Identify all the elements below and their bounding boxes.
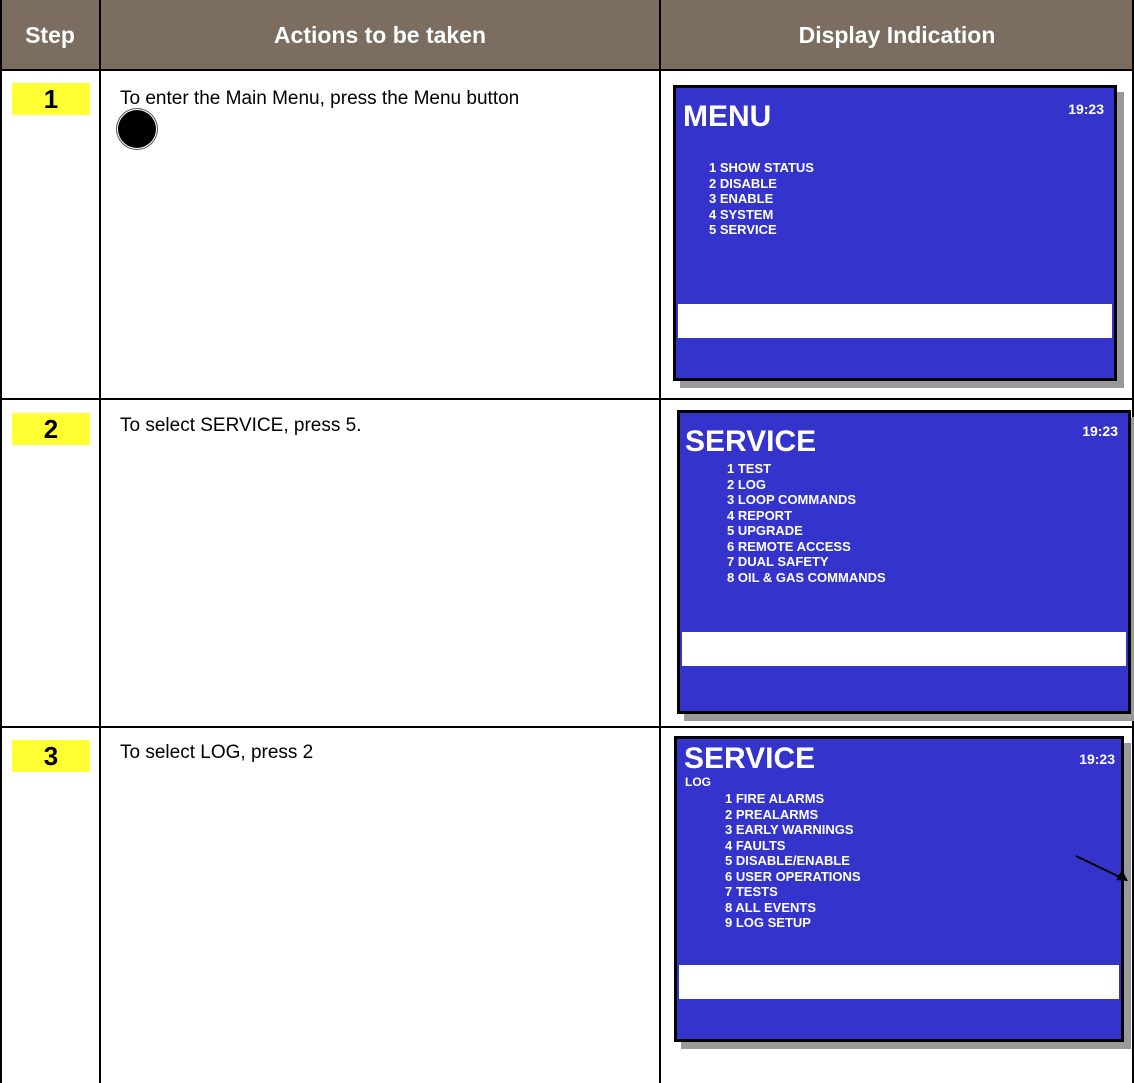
menu-item: 8 ALL EVENTS xyxy=(725,899,817,915)
menu-item: 5 UPGRADE xyxy=(727,523,803,538)
header-actions: Actions to be taken xyxy=(273,21,487,48)
screen-status-bar xyxy=(678,304,1112,338)
step-badge: 2 xyxy=(12,413,90,445)
menu-item: 6 USER OPERATIONS xyxy=(725,868,861,884)
step-badge: 1 xyxy=(12,83,90,115)
screen-menu-list: 1 SHOW STATUS 2 DISABLE 3 ENABLE 4 SYSTE… xyxy=(709,160,814,238)
menu-item: 4 REPORT xyxy=(727,507,793,523)
table-header: Step Actions to be taken Display Indicat… xyxy=(0,0,1134,70)
screen-title: SERVICE xyxy=(685,425,817,458)
screen-title: MENU xyxy=(683,100,772,133)
screen-menu-list: 1 FIRE ALARMS 2 PREALARMS 3 EARLY WARNIN… xyxy=(725,791,861,931)
display-screen-menu: MENU 19:23 1 SHOW STATUS 2 DISABLE 3 ENA… xyxy=(673,85,1117,381)
screen-time: 19:23 xyxy=(1079,751,1115,767)
menu-item: 1 FIRE ALARMS xyxy=(725,791,825,806)
menu-item: 7 DUAL SAFETY xyxy=(727,554,829,569)
header-display-indication: Display Indication xyxy=(798,21,996,48)
procedure-table: Step Actions to be taken Display Indicat… xyxy=(0,0,1134,1083)
menu-item: 5 SERVICE xyxy=(709,222,777,237)
menu-item: 2 LOG xyxy=(727,476,767,492)
menu-item: 6 REMOTE ACCESS xyxy=(727,538,851,554)
menu-item: 5 DISABLE/ENABLE xyxy=(725,853,850,868)
filled-circle-icon xyxy=(118,110,156,148)
screen-subtitle: LOG xyxy=(685,775,711,789)
header-step: Step xyxy=(25,21,75,48)
header-bottom-border xyxy=(0,69,1134,71)
menu-item: 2 PREALARMS xyxy=(725,806,819,822)
row-divider-2 xyxy=(0,726,1134,728)
action-text: To select SERVICE, press 5. xyxy=(120,415,362,436)
menu-item: 4 SYSTEM xyxy=(709,206,774,222)
menu-item: 1 SHOW STATUS xyxy=(709,160,814,175)
row-divider-1 xyxy=(0,398,1134,400)
menu-item: 4 FAULTS xyxy=(725,837,786,853)
menu-item: 3 ENABLE xyxy=(709,191,774,206)
action-text: To select LOG, press 2 xyxy=(120,742,314,763)
menu-item: 3 LOOP COMMANDS xyxy=(727,492,857,507)
column-divider-action xyxy=(659,0,661,1083)
menu-item: 7 TESTS xyxy=(725,884,778,899)
column-divider-step xyxy=(99,0,101,1083)
action-text: To enter the Main Menu, press the Menu b… xyxy=(120,88,520,109)
screen-status-bar xyxy=(682,632,1126,666)
screen-time: 19:23 xyxy=(1068,101,1104,117)
menu-item: 2 DISABLE xyxy=(709,175,777,191)
menu-item: 1 TEST xyxy=(727,461,772,476)
screen-title: SERVICE xyxy=(684,742,816,775)
step-badge: 3 xyxy=(12,740,90,772)
menu-item: 3 EARLY WARNINGS xyxy=(725,822,854,837)
arrow-down-right-icon xyxy=(1075,855,1128,881)
screen-status-bar xyxy=(679,965,1119,999)
screen-time: 19:23 xyxy=(1082,423,1118,439)
menu-item: 9 LOG SETUP xyxy=(725,915,811,930)
table-left-border xyxy=(0,0,2,1083)
display-screen-service: SERVICE 19:23 1 TEST 2 LOG 3 LOOP COMMAN… xyxy=(677,410,1131,714)
display-screen-service-log: SERVICE 19:23 LOG 1 FIRE ALARMS 2 PREALA… xyxy=(674,736,1124,1042)
screen-menu-list: 1 TEST 2 LOG 3 LOOP COMMANDS 4 REPORT 5 … xyxy=(727,461,886,585)
menu-item: 8 OIL & GAS COMMANDS xyxy=(727,569,886,585)
